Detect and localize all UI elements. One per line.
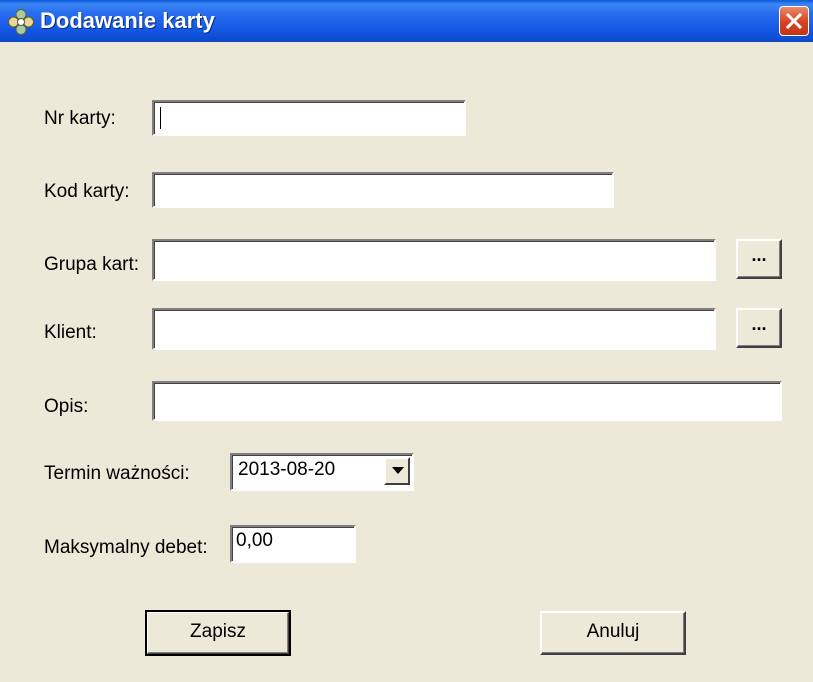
app-cluster-icon [8,9,34,35]
max-debit-field[interactable]: 0,00 [230,525,356,563]
title-bar: Dodawanie karty [0,0,813,42]
chevron-down-icon [392,467,404,474]
card-number-field[interactable] [152,100,466,136]
description-field[interactable] [152,381,782,421]
text-caret [160,107,161,129]
description-label: Opis: [44,396,89,417]
expiry-date-combo[interactable]: 2013-08-20 [230,453,414,491]
card-number-label: Nr karty: [44,108,116,129]
window-title: Dodawanie karty [40,8,215,33]
dialog-body: Nr karty: Kod karty: Grupa kart: ... Kli… [0,42,813,682]
expiry-dropdown-button[interactable] [384,457,410,485]
client-field[interactable] [152,308,716,350]
card-group-field[interactable] [152,239,716,281]
card-group-browse-button[interactable]: ... [736,239,782,279]
expiry-label: Termin ważności: [44,463,190,484]
client-label: Klient: [44,322,97,343]
max-debit-label: Maksymalny debet: [44,537,208,558]
expiry-date-value: 2013-08-20 [238,459,336,480]
save-button[interactable]: Zapisz [145,610,291,656]
card-code-label: Kod karty: [44,181,130,202]
card-group-label: Grupa kart: [44,254,140,275]
card-code-field[interactable] [152,172,614,208]
close-button[interactable] [779,6,809,36]
client-browse-button[interactable]: ... [736,308,782,348]
close-icon [785,12,803,30]
cancel-button[interactable]: Anuluj [540,611,686,655]
